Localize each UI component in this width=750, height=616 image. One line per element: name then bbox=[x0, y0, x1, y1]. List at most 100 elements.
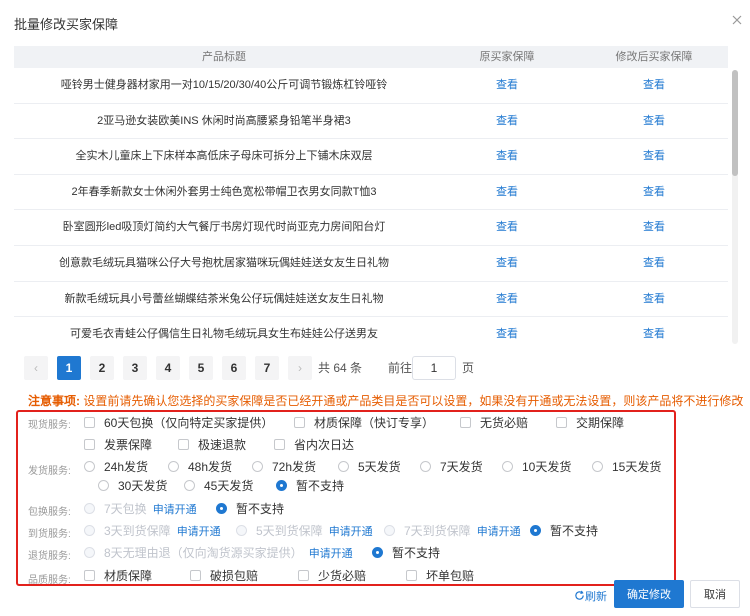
radio[interactable] bbox=[168, 461, 179, 472]
page-button-5[interactable]: 5 bbox=[189, 356, 213, 380]
radio-selected[interactable] bbox=[372, 547, 383, 558]
prev-page-button[interactable]: ‹ bbox=[24, 356, 48, 380]
view-modified-link[interactable]: 查看 bbox=[580, 317, 728, 344]
view-modified-link[interactable]: 查看 bbox=[580, 68, 728, 103]
product-title: 可爱毛衣青蛙公仔偶信生日礼物毛绒玩具女生布娃娃公仔送男友 bbox=[70, 328, 378, 341]
radio-selected[interactable] bbox=[216, 503, 227, 514]
checkbox[interactable] bbox=[406, 570, 417, 581]
checkbox[interactable] bbox=[298, 570, 309, 581]
shipping-option-24h[interactable]: 24h发货 bbox=[84, 458, 148, 475]
view-modified-link[interactable]: 查看 bbox=[580, 282, 728, 317]
quality-option-shortage[interactable]: 少货必赔 bbox=[298, 567, 366, 584]
table-scrollbar[interactable] bbox=[732, 70, 738, 344]
checkbox[interactable] bbox=[190, 570, 201, 581]
dialog-title: 批量修改买家保障 bbox=[14, 17, 119, 32]
checkbox[interactable] bbox=[84, 417, 95, 428]
stock-option-material[interactable]: 材质保障（快订专享） bbox=[294, 414, 434, 431]
shipping-option-48h[interactable]: 48h发货 bbox=[168, 458, 232, 475]
stock-option-delivery-guarantee[interactable]: 交期保障 bbox=[556, 414, 624, 431]
view-modified-link[interactable]: 查看 bbox=[580, 175, 728, 210]
view-modified-link[interactable]: 查看 bbox=[580, 210, 728, 245]
checkbox[interactable] bbox=[84, 570, 95, 581]
apply-link[interactable]: 申请开通 bbox=[153, 504, 197, 516]
radio[interactable] bbox=[592, 461, 603, 472]
radio-selected[interactable] bbox=[530, 525, 541, 536]
stock-option-no-stock-compensation[interactable]: 无货必赔 bbox=[460, 414, 528, 431]
quality-option-bad-order[interactable]: 坏单包赔 bbox=[406, 567, 474, 584]
exchange-option-unsupported[interactable]: 暂不支持 bbox=[216, 500, 284, 517]
pagination-total: 共 64 条 bbox=[318, 361, 363, 375]
table-row: 2年春季新款女士休闲外套男士纯色宽松带帽卫衣男女同款T恤3 查看 查看 bbox=[14, 175, 728, 211]
view-original-link[interactable]: 查看 bbox=[434, 104, 580, 139]
view-original-link[interactable]: 查看 bbox=[434, 210, 580, 245]
notice-label: 注意事项: bbox=[28, 394, 80, 408]
page-button-1[interactable]: 1 bbox=[57, 356, 81, 380]
apply-link[interactable]: 申请开通 bbox=[329, 526, 373, 538]
view-modified-link[interactable]: 查看 bbox=[580, 246, 728, 281]
radio-disabled bbox=[84, 503, 95, 514]
arrival-option-3day: 3天到货保障 申请开通 bbox=[84, 522, 221, 539]
view-original-link[interactable]: 查看 bbox=[434, 282, 580, 317]
shipping-option-unsupported[interactable]: 暂不支持 bbox=[276, 477, 344, 494]
page-button-3[interactable]: 3 bbox=[123, 356, 147, 380]
cancel-button[interactable]: 取消 bbox=[690, 580, 740, 608]
notice-text: 设置前请先确认您选择的买家保障是否已经开通或产品类目是否可以设置，如果没有开通或… bbox=[83, 394, 744, 408]
shipping-option-15day[interactable]: 15天发货 bbox=[592, 458, 661, 475]
checkbox[interactable] bbox=[178, 439, 189, 450]
checkbox[interactable] bbox=[460, 417, 471, 428]
view-modified-link[interactable]: 查看 bbox=[580, 104, 728, 139]
view-modified-link[interactable]: 查看 bbox=[580, 139, 728, 174]
arrival-service-label: 到货服务: bbox=[28, 529, 71, 540]
arrival-option-unsupported[interactable]: 暂不支持 bbox=[530, 522, 598, 539]
view-original-link[interactable]: 查看 bbox=[434, 317, 580, 344]
checkbox[interactable] bbox=[294, 417, 305, 428]
shipping-option-30day[interactable]: 30天发货 bbox=[98, 477, 167, 494]
confirm-button[interactable]: 确定修改 bbox=[614, 580, 684, 608]
stock-option-60day-exchange[interactable]: 60天包换（仅向特定买家提供） bbox=[84, 414, 273, 431]
shipping-option-72h[interactable]: 72h发货 bbox=[252, 458, 316, 475]
page-button-6[interactable]: 6 bbox=[222, 356, 246, 380]
scrollbar-thumb[interactable] bbox=[732, 70, 738, 176]
table-row: 可爱毛衣青蛙公仔偶信生日礼物毛绒玩具女生布娃娃公仔送男友 查看 查看 bbox=[14, 317, 728, 344]
radio[interactable] bbox=[84, 461, 95, 472]
refund-option-unsupported[interactable]: 暂不支持 bbox=[372, 544, 440, 561]
radio[interactable] bbox=[252, 461, 263, 472]
page-button-4[interactable]: 4 bbox=[156, 356, 180, 380]
view-original-link[interactable]: 查看 bbox=[434, 139, 580, 174]
page-button-7[interactable]: 7 bbox=[255, 356, 279, 380]
quality-option-damage[interactable]: 破损包赔 bbox=[190, 567, 258, 584]
shipping-option-7day[interactable]: 7天发货 bbox=[420, 458, 483, 475]
apply-link[interactable]: 申请开通 bbox=[477, 526, 521, 538]
stock-option-next-day[interactable]: 省内次日达 bbox=[274, 436, 354, 453]
radio[interactable] bbox=[420, 461, 431, 472]
checkbox[interactable] bbox=[556, 417, 567, 428]
next-page-button[interactable]: › bbox=[288, 356, 312, 380]
close-icon[interactable] bbox=[730, 13, 744, 27]
radio-disabled bbox=[84, 547, 95, 558]
page-button-2[interactable]: 2 bbox=[90, 356, 114, 380]
radio[interactable] bbox=[338, 461, 349, 472]
stock-option-invoice[interactable]: 发票保障 bbox=[84, 436, 152, 453]
quality-option-material[interactable]: 材质保障 bbox=[84, 567, 152, 584]
view-original-link[interactable]: 查看 bbox=[434, 175, 580, 210]
stock-option-fast-refund[interactable]: 极速退款 bbox=[178, 436, 246, 453]
checkbox[interactable] bbox=[274, 439, 285, 450]
radio[interactable] bbox=[502, 461, 513, 472]
radio[interactable] bbox=[98, 480, 109, 491]
shipping-option-45day[interactable]: 45天发货 bbox=[184, 477, 253, 494]
view-original-link[interactable]: 查看 bbox=[434, 246, 580, 281]
apply-link[interactable]: 申请开通 bbox=[177, 526, 221, 538]
refresh-link[interactable]: 刷新 bbox=[574, 588, 607, 604]
notice: 注意事项: 设置前请先确认您选择的买家保障是否已经开通或产品类目是否可以设置，如… bbox=[28, 392, 743, 409]
radio-selected[interactable] bbox=[276, 480, 287, 491]
shipping-option-10day[interactable]: 10天发货 bbox=[502, 458, 571, 475]
radio-disabled bbox=[236, 525, 247, 536]
checkbox[interactable] bbox=[84, 439, 95, 450]
view-original-link[interactable]: 查看 bbox=[434, 68, 580, 103]
arrival-option-5day: 5天到货保障 申请开通 bbox=[236, 522, 373, 539]
apply-link[interactable]: 申请开通 bbox=[309, 548, 353, 560]
shipping-option-5day[interactable]: 5天发货 bbox=[338, 458, 401, 475]
radio[interactable] bbox=[184, 480, 195, 491]
page-jump-input[interactable] bbox=[412, 356, 456, 380]
table-row: 卧室圆形led吸顶灯简约大气餐厅书房灯现代时尚亚克力房间阳台灯 查看 查看 bbox=[14, 210, 728, 246]
